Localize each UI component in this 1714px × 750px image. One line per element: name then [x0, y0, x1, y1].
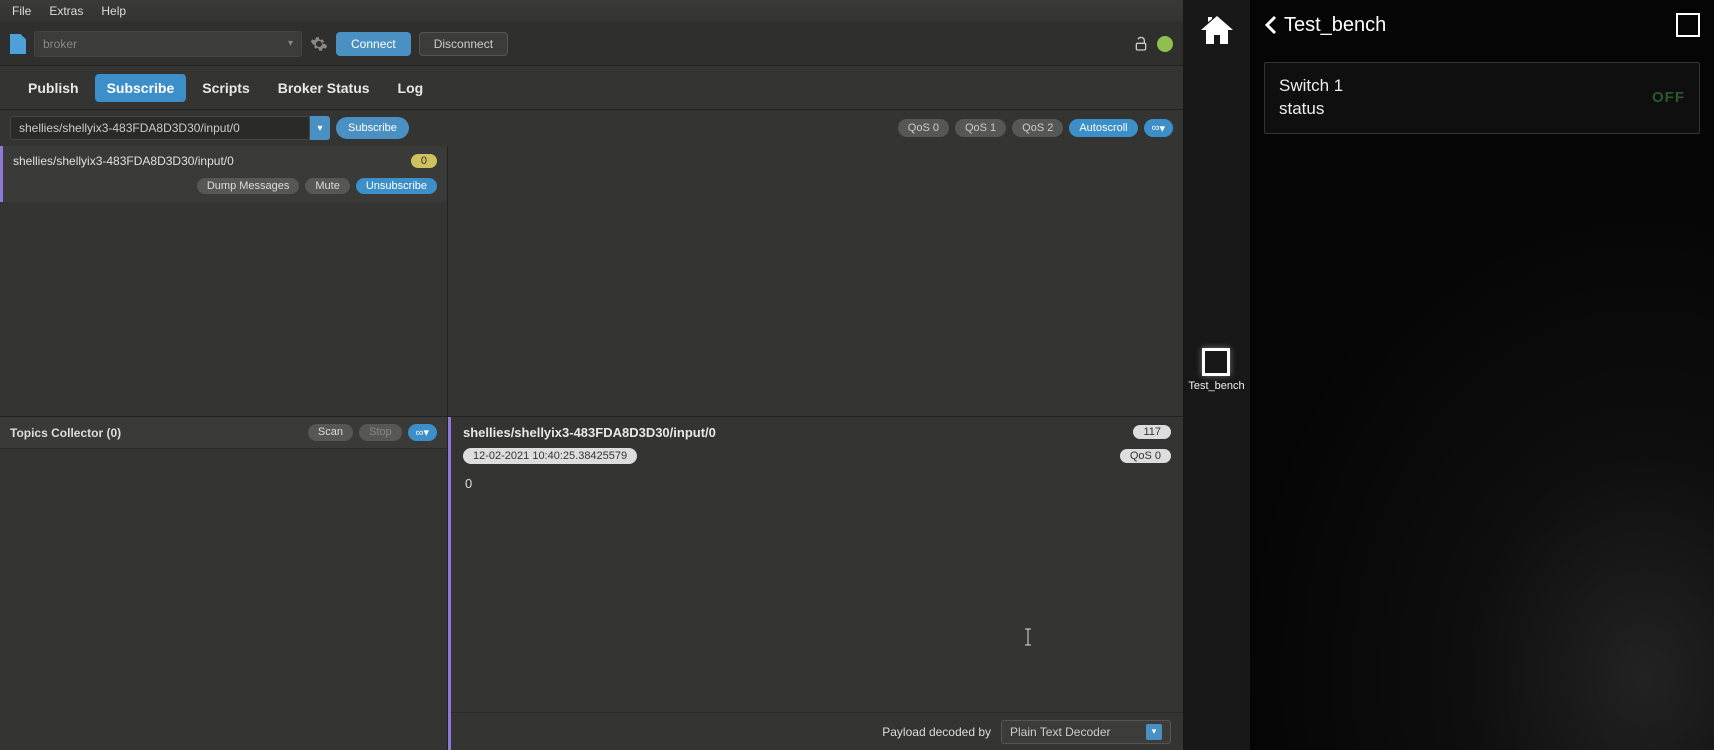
right-content: Test_bench Switch 1 status OFF	[1250, 0, 1714, 750]
decoder-label: Payload decoded by	[882, 725, 991, 739]
card-line1: Switch 1	[1279, 75, 1343, 98]
disconnect-button[interactable]: Disconnect	[419, 32, 508, 56]
qos1-button[interactable]: QoS 1	[955, 119, 1006, 137]
card-text: Switch 1 status	[1279, 75, 1343, 121]
card-line2: status	[1279, 98, 1343, 121]
broker-select[interactable]: broker	[34, 31, 302, 57]
main-area: shellies/shellyix3-483FDA8D3D30/input/0 …	[0, 146, 1183, 750]
payload-body[interactable]: 0	[451, 468, 1183, 712]
topics-link-button[interactable]: ∞▾	[408, 424, 437, 441]
stop-button[interactable]: Stop	[359, 424, 402, 441]
subscription-card[interactable]: shellies/shellyix3-483FDA8D3D30/input/0 …	[0, 146, 447, 202]
header-square-button[interactable]	[1676, 13, 1700, 37]
switch-status-card[interactable]: Switch 1 status OFF	[1264, 62, 1700, 134]
broker-placeholder: broker	[43, 37, 77, 51]
tab-publish[interactable]: Publish	[16, 74, 91, 102]
topic-input[interactable]	[10, 116, 310, 140]
topics-collector-title: Topics Collector (0)	[10, 426, 121, 440]
connection-status-icon	[1157, 36, 1173, 52]
menu-bar: File Extras Help	[0, 0, 1183, 22]
menu-file[interactable]: File	[12, 4, 31, 18]
subscribe-button[interactable]: Subscribe	[336, 117, 409, 139]
unlock-icon[interactable]	[1133, 36, 1149, 52]
document-icon[interactable]	[10, 34, 26, 54]
toolbar: broker Connect Disconnect	[0, 22, 1183, 66]
subscription-list: shellies/shellyix3-483FDA8D3D30/input/0 …	[0, 146, 448, 416]
subscription-topic: shellies/shellyix3-483FDA8D3D30/input/0	[13, 154, 234, 168]
decoder-value: Plain Text Decoder	[1010, 725, 1111, 739]
link-icon: ∞	[1152, 122, 1160, 134]
mqtt-client-window: File Extras Help broker Connect Disconne…	[0, 0, 1183, 750]
menu-help[interactable]: Help	[101, 4, 126, 18]
subscribe-controls: ▾ Subscribe QoS 0 QoS 1 QoS 2 Autoscroll…	[0, 110, 1183, 146]
qos2-button[interactable]: QoS 2	[1012, 119, 1063, 137]
right-nav-sidebar: Test_bench	[1183, 0, 1250, 750]
autoscroll-button[interactable]: Autoscroll	[1069, 119, 1137, 137]
detail-count-badge: 117	[1133, 425, 1171, 439]
messages-pane	[448, 146, 1183, 416]
tab-scripts[interactable]: Scripts	[190, 74, 261, 102]
mute-button[interactable]: Mute	[305, 178, 349, 194]
connect-button[interactable]: Connect	[336, 32, 411, 56]
link-icon-button[interactable]: ∞▾	[1144, 119, 1173, 137]
unsubscribe-button[interactable]: Unsubscribe	[356, 178, 437, 194]
detail-qos-badge: QoS 0	[1120, 449, 1171, 463]
home-icon	[1198, 14, 1236, 48]
tab-log[interactable]: Log	[386, 74, 436, 102]
detail-topic: shellies/shellyix3-483FDA8D3D30/input/0	[463, 425, 716, 440]
chevron-left-icon	[1264, 15, 1278, 35]
detail-timestamp: 12-02-2021 10:40:25.38425579	[463, 448, 637, 464]
home-button[interactable]	[1198, 14, 1236, 48]
nav-item-test-bench[interactable]: Test_bench	[1188, 348, 1244, 392]
tab-subscribe[interactable]: Subscribe	[95, 74, 187, 102]
qos0-button[interactable]: QoS 0	[898, 119, 949, 137]
topics-collector-panel: Topics Collector (0) Scan Stop ∞▾	[0, 417, 448, 750]
decoder-select[interactable]: Plain Text Decoder	[1001, 720, 1171, 744]
message-detail-panel: shellies/shellyix3-483FDA8D3D30/input/0 …	[448, 417, 1183, 750]
text-cursor-icon	[1023, 628, 1024, 646]
gear-icon[interactable]	[310, 35, 328, 53]
menu-extras[interactable]: Extras	[49, 4, 83, 18]
tab-broker-status[interactable]: Broker Status	[266, 74, 382, 102]
topic-dropdown-button[interactable]: ▾	[310, 116, 330, 140]
scan-button[interactable]: Scan	[308, 424, 353, 441]
switch-state-badge: OFF	[1652, 89, 1685, 106]
dump-messages-button[interactable]: Dump Messages	[197, 178, 300, 194]
payload-value: 0	[465, 476, 472, 491]
page-title: Test_bench	[1284, 14, 1386, 37]
back-button[interactable]	[1264, 15, 1278, 35]
main-tabs: Publish Subscribe Scripts Broker Status …	[0, 66, 1183, 110]
link-icon: ∞	[416, 427, 424, 439]
subscription-count-badge: 0	[411, 154, 437, 168]
square-icon	[1202, 348, 1230, 376]
nav-label: Test_bench	[1188, 380, 1244, 392]
home-control-app: Test_bench Test_bench Switch 1 status OF…	[1183, 0, 1714, 750]
right-header: Test_bench	[1250, 0, 1714, 50]
